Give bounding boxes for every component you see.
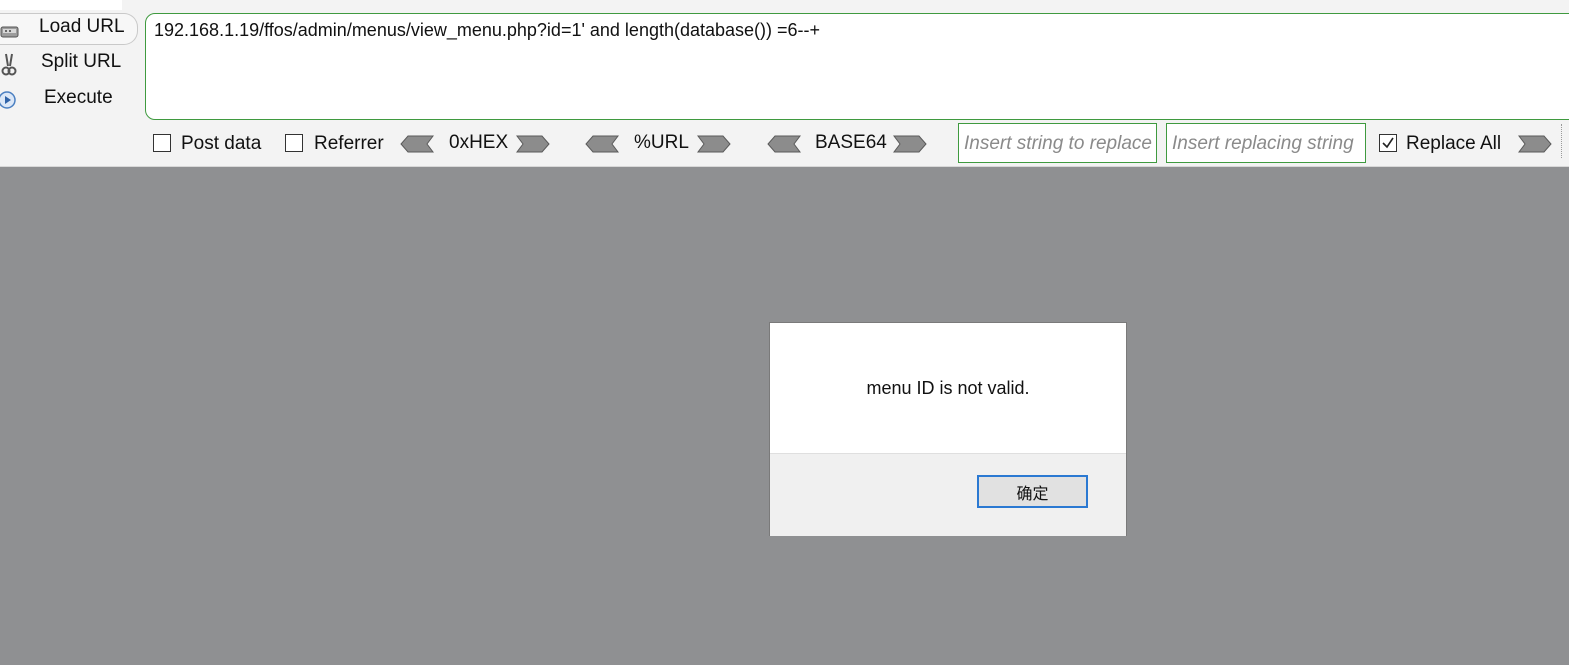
alert-footer: 确定 [770, 453, 1126, 536]
url-encode-label: %URL [634, 132, 689, 153]
url-decode-arrow-icon[interactable] [585, 134, 619, 154]
scissors-icon [0, 53, 20, 76]
replace-from-placeholder: Insert string to replace [964, 133, 1152, 154]
checkmark-icon [1382, 137, 1394, 149]
replace-all-checkbox[interactable] [1379, 134, 1397, 152]
referrer-label: Referrer [314, 133, 384, 154]
referrer-checkbox[interactable] [285, 134, 303, 152]
url-textarea[interactable]: 192.168.1.19/ffos/admin/menus/view_menu.… [145, 13, 1569, 120]
hex-encode-arrow-icon[interactable] [516, 134, 550, 154]
replace-to-placeholder: Insert replacing string [1172, 133, 1354, 154]
toolbar-separator [1561, 124, 1562, 158]
split-url-label: Split URL [41, 51, 122, 72]
hex-label: 0xHEX [449, 132, 509, 153]
replace-all-label: Replace All [1406, 133, 1502, 154]
load-url-label: Load URL [39, 16, 125, 37]
ok-button[interactable]: 确定 [977, 475, 1088, 508]
alert-message: menu ID is not valid. [866, 378, 1030, 398]
top-strip [0, 0, 1569, 10]
replace-arrow-icon[interactable] [1518, 134, 1552, 154]
alert-dialog: menu ID is not valid. 确定 [769, 322, 1127, 536]
url-value: 192.168.1.19/ffos/admin/menus/view_menu.… [154, 20, 821, 40]
base64-label: BASE64 [815, 132, 887, 153]
post-data-label: Post data [181, 133, 262, 154]
base64-encode-arrow-icon[interactable] [893, 134, 927, 154]
hex-decode-arrow-icon[interactable] [400, 134, 434, 154]
replace-to-input[interactable]: Insert replacing string [1166, 123, 1366, 163]
post-data-checkbox[interactable] [153, 134, 171, 152]
execute-button[interactable]: Execute [0, 85, 137, 115]
load-url-icon [0, 18, 20, 40]
play-icon [0, 89, 20, 111]
url-encode-arrow-icon[interactable] [697, 134, 731, 154]
replace-from-input[interactable]: Insert string to replace [958, 123, 1157, 163]
load-url-button[interactable]: Load URL [0, 13, 138, 45]
hackbar-toolbar: Load URL Split URL Execute 192.168.1.19/… [0, 0, 1569, 167]
split-url-button[interactable]: Split URL [0, 49, 137, 79]
execute-label: Execute [44, 87, 113, 108]
base64-decode-arrow-icon[interactable] [767, 134, 801, 154]
